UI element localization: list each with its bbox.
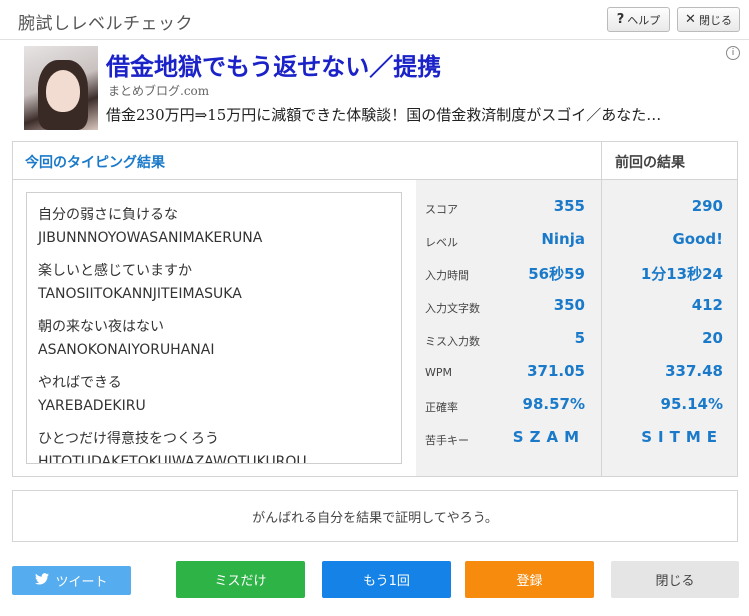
thumb-face (46, 70, 80, 112)
window-header: 腕試しレベルチェック ? ヘルプ ✕ 閉じる (0, 0, 749, 40)
prev-value-chars: 412 (691, 296, 723, 314)
typed-phrases-list[interactable]: 自分の弱さに負けるな JIBUNNNOYOWASANIMAKERUNA 楽しいと… (26, 192, 402, 464)
stat-label-chars: 入力文字数 (425, 302, 480, 315)
close-button[interactable]: 閉じる (611, 561, 739, 598)
phrase-jp: やればできる (38, 375, 122, 391)
list-item: 自分の弱さに負けるな JIBUNNNOYOWASANIMAKERUNA (38, 204, 401, 250)
question-icon: ? (616, 12, 625, 27)
stat-value-chars: 350 (553, 296, 585, 314)
help-label: ヘルプ (627, 13, 661, 27)
stat-label-time: 入力時間 (425, 269, 469, 282)
prev-value-time: 1分13秒24 (640, 265, 723, 283)
close-top-button[interactable]: ✕ 閉じる (677, 7, 740, 32)
prev-value-misses: 20 (702, 329, 723, 347)
stat-label-level: レベル (425, 236, 458, 249)
ad-thumbnail[interactable] (24, 46, 98, 130)
window-title: 腕試しレベルチェック (18, 14, 193, 34)
ad-title-link[interactable]: 借金地獄でもう返せない／提携 (106, 47, 441, 82)
stat-label-misses: ミス入力数 (425, 335, 480, 348)
phrase-romaji: YAREBADEKIRU (38, 398, 146, 414)
stat-value-weak-keys: SZAM (512, 428, 585, 446)
prev-value-wpm: 337.48 (665, 362, 723, 380)
encouragement-message: がんばれる自分を結果で証明してやろう。 (12, 490, 738, 542)
close-top-label: 閉じる (698, 13, 732, 27)
prev-value-level: Good! (672, 230, 723, 248)
phrase-jp: 楽しいと感じていますか (38, 263, 192, 279)
header-divider (13, 179, 737, 180)
prev-value-accuracy: 95.14% (660, 395, 723, 413)
list-item: ひとつだけ得意技をつくろう HITOTUDAKETOKUIWAZAWOTUKUR… (38, 428, 401, 464)
list-item: やればできる YAREBADEKIRU (38, 372, 401, 418)
prev-value-score: 290 (691, 197, 723, 215)
stat-value-time: 56秒59 (528, 265, 585, 283)
ad-source: まとめブログ.com (108, 84, 210, 98)
ad-info-icon[interactable]: i (726, 46, 740, 60)
tweet-button[interactable]: ツイート (12, 566, 131, 595)
prev-value-weak-keys: SITME (641, 428, 723, 446)
list-item: 朝の来ない夜はない ASANOKONAIYORUHANAI (38, 316, 401, 362)
stat-value-wpm: 371.05 (527, 362, 585, 380)
phrase-jp: ひとつだけ得意技をつくろう (38, 431, 220, 447)
results-panel: 今回のタイピング結果 前回の結果 自分の弱さに負けるな JIBUNNNOYOWA… (12, 141, 738, 477)
phrase-romaji: JIBUNNNOYOWASANIMAKERUNA (38, 230, 263, 246)
phrase-jp: 朝の来ない夜はない (38, 319, 164, 335)
stat-label-weak-keys: 苦手キー (425, 434, 469, 447)
stat-value-level: Ninja (541, 230, 585, 248)
stat-value-accuracy: 98.57% (522, 395, 585, 413)
ad-description[interactable]: 借金230万円⇒15万円に減額できた体験談！国の借金救済制度がスゴイ／あなた… (106, 104, 661, 125)
list-item: 楽しいと感じていますか TANOSIITOKANNJITEIMASUKA (38, 260, 401, 306)
phrase-romaji: TANOSIITOKANNJITEIMASUKA (38, 286, 242, 302)
close-icon: ✕ (685, 12, 696, 27)
stat-label-wpm: WPM (425, 366, 453, 379)
retry-button[interactable]: もう1回 (322, 561, 451, 598)
stat-value-score: 355 (553, 197, 585, 215)
current-results-heading: 今回のタイピング結果 (25, 155, 165, 171)
ad-banner[interactable]: 借金地獄でもう返せない／提携 まとめブログ.com 借金230万円⇒15万円に減… (24, 46, 740, 132)
phrase-jp: 自分の弱さに負けるな (38, 207, 178, 223)
twitter-bird-icon (35, 572, 50, 589)
help-button[interactable]: ? ヘルプ (607, 7, 670, 32)
phrase-romaji: HITOTUDAKETOKUIWAZAWOTUKUROU (38, 454, 307, 464)
phrase-romaji: ASANOKONAIYORUHANAI (38, 342, 215, 358)
stat-label-accuracy: 正確率 (425, 401, 458, 414)
previous-results-heading: 前回の結果 (615, 155, 685, 171)
tweet-label: ツイート (55, 575, 108, 590)
register-button[interactable]: 登録 (465, 561, 594, 598)
miss-only-button[interactable]: ミスだけ (176, 561, 305, 598)
column-divider (601, 142, 602, 476)
stat-value-misses: 5 (574, 329, 585, 347)
stat-label-score: スコア (425, 203, 458, 216)
